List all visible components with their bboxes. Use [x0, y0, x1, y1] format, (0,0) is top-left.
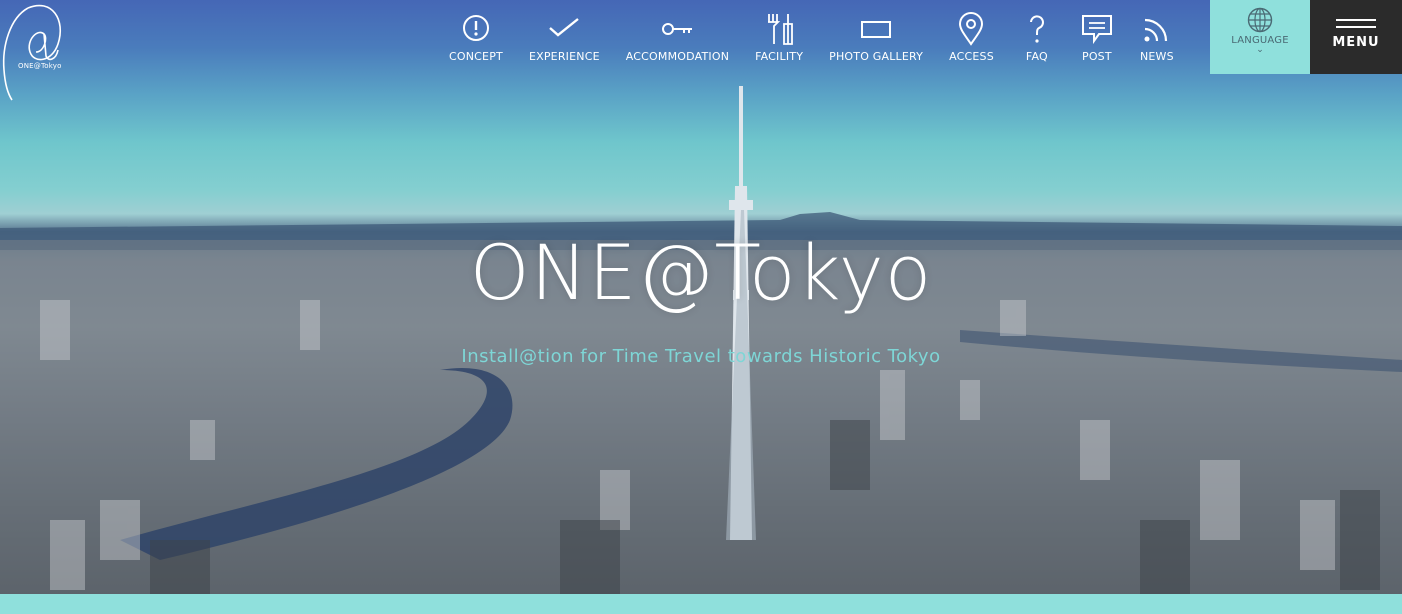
- fork-knife-icon: [768, 14, 794, 45]
- checkmark-icon: [549, 18, 580, 37]
- nav-item-access[interactable]: ACCESS: [936, 0, 1007, 74]
- question-mark-icon: [1029, 15, 1044, 43]
- nav-label: PHOTO GALLERY: [829, 50, 924, 63]
- nav-label: ACCESS: [949, 50, 994, 63]
- logo-text: ONE@Tokyo: [18, 62, 62, 70]
- main-navigation: CONCEPT EXPERIENCE ACCOMMODATION FACILIT…: [436, 0, 1187, 74]
- site-logo[interactable]: ONE@Tokyo: [0, 0, 72, 104]
- map-pin-icon: [959, 12, 984, 46]
- hero-title: ONE@Tokyo: [469, 228, 933, 317]
- rectangle-icon: [861, 21, 892, 38]
- nav-item-concept[interactable]: CONCEPT: [436, 0, 516, 74]
- speech-bubble-icon: [1081, 15, 1112, 45]
- globe-icon: [1247, 7, 1273, 33]
- nav-label: FACILITY: [755, 50, 804, 63]
- nav-item-news[interactable]: NEWS: [1127, 0, 1187, 74]
- nav-item-accommodation[interactable]: ACCOMMODATION: [613, 0, 742, 74]
- nav-item-photo-gallery[interactable]: PHOTO GALLERY: [816, 0, 936, 74]
- nav-item-faq[interactable]: FAQ: [1007, 0, 1067, 74]
- chevron-down-icon: ⌄: [1256, 45, 1264, 55]
- hamburger-icon: [1336, 19, 1376, 33]
- rss-icon: [1144, 18, 1167, 42]
- nav-label: ACCOMMODATION: [625, 50, 730, 63]
- nav-item-facility[interactable]: FACILITY: [742, 0, 816, 74]
- key-icon: [662, 23, 693, 35]
- menu-label: MENU: [1332, 35, 1380, 50]
- nav-item-post[interactable]: POST: [1067, 0, 1127, 74]
- nav-label: FAQ: [1025, 50, 1048, 63]
- language-button[interactable]: LANGUAGE ⌄: [1210, 0, 1310, 74]
- hero-subtitle: Install@tion for Time Travel towards His…: [461, 346, 941, 367]
- nav-label: CONCEPT: [449, 50, 503, 63]
- nav-label: EXPERIENCE: [528, 50, 600, 63]
- nav-item-experience[interactable]: EXPERIENCE: [516, 0, 613, 74]
- menu-button[interactable]: MENU: [1310, 0, 1402, 74]
- logo-at-mark-icon: [2, 4, 62, 101]
- section-band: [0, 594, 1402, 614]
- nav-label: NEWS: [1139, 50, 1174, 63]
- nav-label: POST: [1081, 50, 1112, 63]
- exclamation-circle-icon: [462, 15, 489, 41]
